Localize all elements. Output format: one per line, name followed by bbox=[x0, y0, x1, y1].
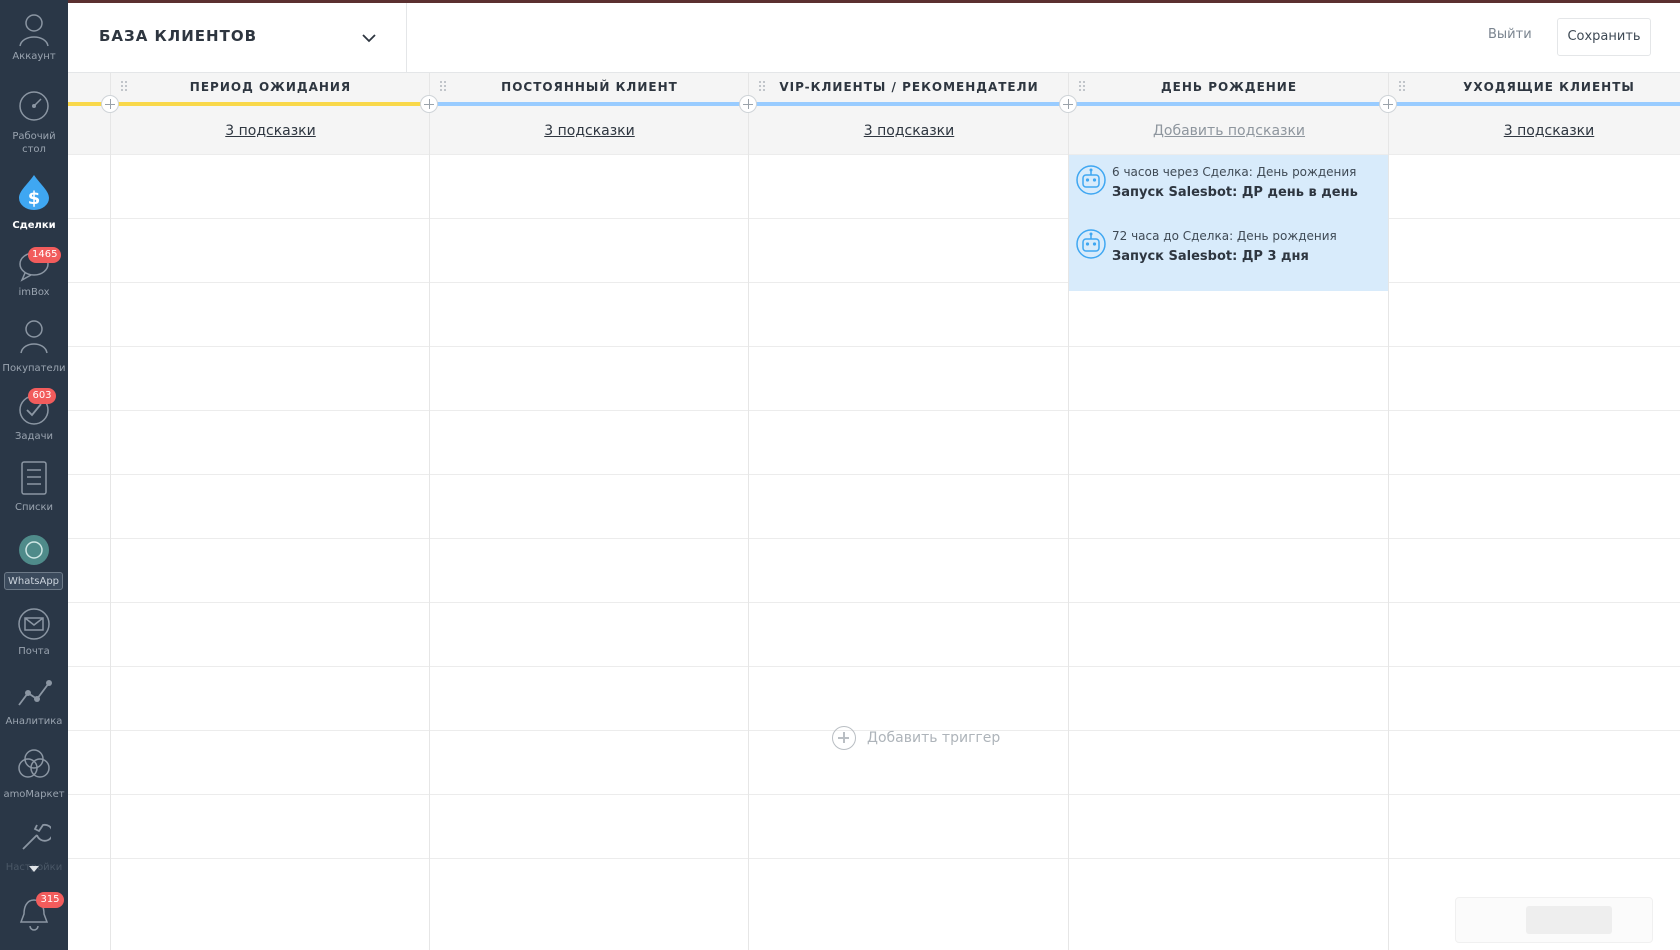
trigger-block: 6 часов через Сделка: День рождения Запу… bbox=[1069, 155, 1388, 291]
stage-hints-link[interactable]: Добавить подсказки bbox=[1069, 123, 1389, 139]
chevron-down-icon bbox=[362, 34, 376, 43]
sidebar-item-mail[interactable]: Почта bbox=[0, 602, 68, 664]
stage-title: ПЕРИОД ОЖИДАНИЯ bbox=[189, 80, 352, 94]
stage-hints-link[interactable]: 3 подсказки bbox=[430, 123, 749, 139]
add-stage-button[interactable] bbox=[101, 95, 119, 113]
sidebar-item-lists[interactable]: Списки bbox=[0, 456, 68, 520]
salesbot-robot-icon bbox=[1076, 229, 1106, 259]
stage-column: ПЕРИОД ОЖИДАНИЯ 3 подсказки bbox=[110, 73, 430, 950]
save-button[interactable]: Сохранить bbox=[1557, 18, 1651, 56]
stage-title: ПОСТОЯННЫЙ КЛИЕНТ bbox=[501, 80, 678, 94]
whatsapp-icon bbox=[14, 530, 54, 570]
stage-color-line bbox=[749, 102, 1069, 106]
stage-hints-link[interactable]: 3 подсказки bbox=[111, 123, 430, 139]
pipeline-board: ПЕРИОД ОЖИДАНИЯ 3 подсказки ПОСТОЯННЫЙ К… bbox=[68, 73, 1680, 950]
tasks-badge: 603 bbox=[28, 388, 56, 404]
stage-color-line bbox=[111, 102, 430, 106]
mail-icon bbox=[14, 604, 54, 644]
add-stage-button[interactable] bbox=[420, 95, 438, 113]
settings-wrench-icon bbox=[14, 816, 54, 856]
sidebar-item-notifications[interactable]: 315 bbox=[0, 892, 68, 942]
add-stage-button[interactable] bbox=[1379, 95, 1397, 113]
notifications-badge: 315 bbox=[36, 892, 64, 908]
sidebar-item-deals[interactable]: $ Сделки bbox=[0, 170, 68, 232]
add-trigger-label: Добавить триггер bbox=[867, 730, 1001, 746]
analytics-icon bbox=[14, 674, 54, 714]
add-circle-icon bbox=[832, 726, 856, 750]
board-scroll-widget[interactable] bbox=[1455, 897, 1653, 943]
sidebar-item-dashboard[interactable]: Рабочий стол bbox=[0, 84, 68, 156]
stage-title: ДЕНЬ РОЖДЕНИЕ bbox=[1160, 80, 1298, 94]
imbox-badge: 1465 bbox=[28, 247, 62, 263]
trigger-condition: 6 часов через Сделка: День рождения bbox=[1112, 165, 1357, 179]
stage-hints-link[interactable]: 3 подсказки bbox=[749, 123, 1069, 139]
sidebar-item-analytics[interactable]: Аналитика bbox=[0, 672, 68, 734]
exit-button[interactable]: Выйти bbox=[1488, 27, 1532, 42]
market-icon bbox=[14, 744, 54, 784]
sidebar-item-settings[interactable]: Настройки bbox=[0, 814, 68, 876]
sidebar-item-market[interactable]: amoМаркет bbox=[0, 742, 68, 804]
deals-dollar-icon: $ bbox=[14, 172, 54, 212]
stage-column: VIP-КЛИЕНТЫ / РЕКОМЕНДАТЕЛИ 3 подсказки bbox=[748, 73, 1069, 950]
sidebar-item-customers[interactable]: Покупатели bbox=[0, 314, 68, 376]
lists-icon bbox=[14, 458, 54, 498]
trigger-action: Запуск Salesbot: ДР 3 дня bbox=[1112, 249, 1309, 264]
stage-column: ПОСТОЯННЫЙ КЛИЕНТ 3 подсказки bbox=[429, 73, 749, 950]
sidebar-item-tasks[interactable]: 603 Задачи bbox=[0, 388, 68, 448]
sidebar-item-imbox[interactable]: 1465 imBox bbox=[0, 244, 68, 300]
trigger-card[interactable]: 6 часов через Сделка: День рождения Запу… bbox=[1069, 155, 1389, 219]
salesbot-robot-icon bbox=[1076, 165, 1106, 195]
stage-column: УХОДЯЩИЕ КЛИЕНТЫ 3 подсказки bbox=[1388, 73, 1680, 950]
svg-text:$: $ bbox=[28, 188, 41, 209]
add-stage-button[interactable] bbox=[1059, 95, 1077, 113]
stage-color-line bbox=[1389, 102, 1680, 106]
stage-hints-link[interactable]: 3 подсказки bbox=[1389, 123, 1680, 139]
header: БАЗА КЛИЕНТОВ Выйти Сохранить bbox=[68, 3, 1680, 73]
dashboard-icon bbox=[14, 86, 54, 126]
sidebar-item-account[interactable]: Аккаунт bbox=[0, 8, 68, 64]
trigger-action: Запуск Salesbot: ДР день в день bbox=[1112, 185, 1358, 200]
stage-title: VIP-КЛИЕНТЫ / РЕКОМЕНДАТЕЛИ bbox=[779, 80, 1039, 94]
sidebar: Аккаунт Рабочий стол $ Сделки 1465 imBox… bbox=[0, 0, 68, 950]
whatsapp-label[interactable]: WhatsApp \ bbox=[4, 572, 63, 590]
scroll-thumb[interactable] bbox=[1526, 906, 1612, 934]
stage-title: УХОДЯЩИЕ КЛИЕНТЫ bbox=[1463, 80, 1635, 94]
user-icon bbox=[14, 10, 54, 50]
stage-color-line bbox=[1069, 102, 1389, 106]
pipeline-title: БАЗА КЛИЕНТОВ bbox=[99, 27, 258, 45]
pipeline-select[interactable]: БАЗА КЛИЕНТОВ bbox=[68, 3, 407, 72]
customers-icon bbox=[14, 316, 54, 356]
stage-color-line bbox=[430, 102, 749, 106]
trigger-card[interactable]: 72 часа до Сделка: День рождения Запуск … bbox=[1069, 219, 1389, 283]
sidebar-scroll-down-icon[interactable] bbox=[29, 866, 39, 872]
add-stage-button[interactable] bbox=[739, 95, 757, 113]
trigger-condition: 72 часа до Сделка: День рождения bbox=[1112, 229, 1337, 243]
